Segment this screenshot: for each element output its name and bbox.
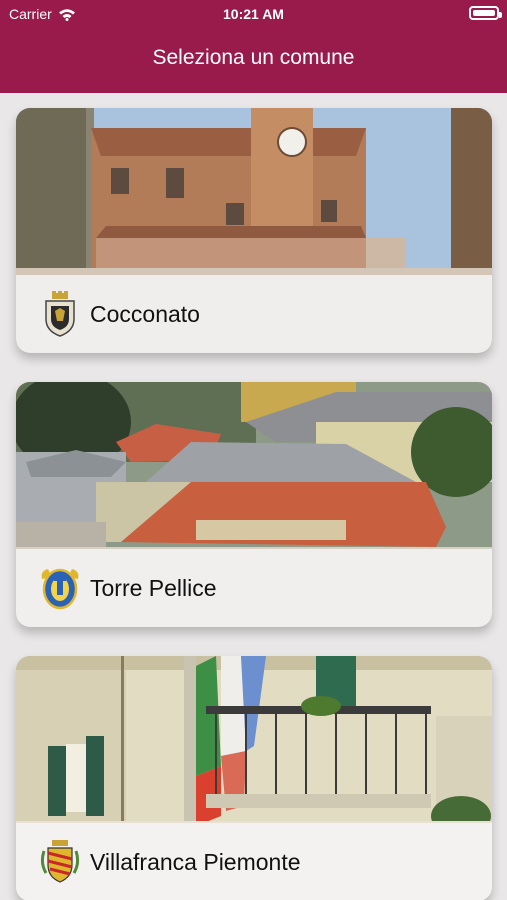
comune-label-bar: Villafranca Piemonte [16,823,492,900]
comune-name: Torre Pellice [90,574,217,601]
comune-card-villafranca-piemonte[interactable]: Villafranca Piemonte [16,656,492,900]
cocconato-crest-icon [45,291,75,337]
comune-label-bar: Torre Pellice [16,549,492,627]
comune-name: Villafranca Piemonte [90,848,301,875]
navigation-header: Carrier 10:21 AM Seleziona un comune [0,0,507,93]
comune-label-bar: Cocconato [16,275,492,353]
villafranca-piemonte-crest-icon [40,840,80,883]
comune-name: Cocconato [90,300,200,327]
torre-pellice-crest-icon [41,568,79,610]
clock: 10:21 AM [223,6,284,22]
page-title: Seleziona un comune [152,46,355,69]
comune-card-cocconato[interactable]: Cocconato [16,108,492,353]
comune-card-torre-pellice[interactable]: Torre Pellice [16,382,492,627]
battery-icon [469,6,502,20]
status-bar: Carrier 10:21 AM [0,0,507,28]
